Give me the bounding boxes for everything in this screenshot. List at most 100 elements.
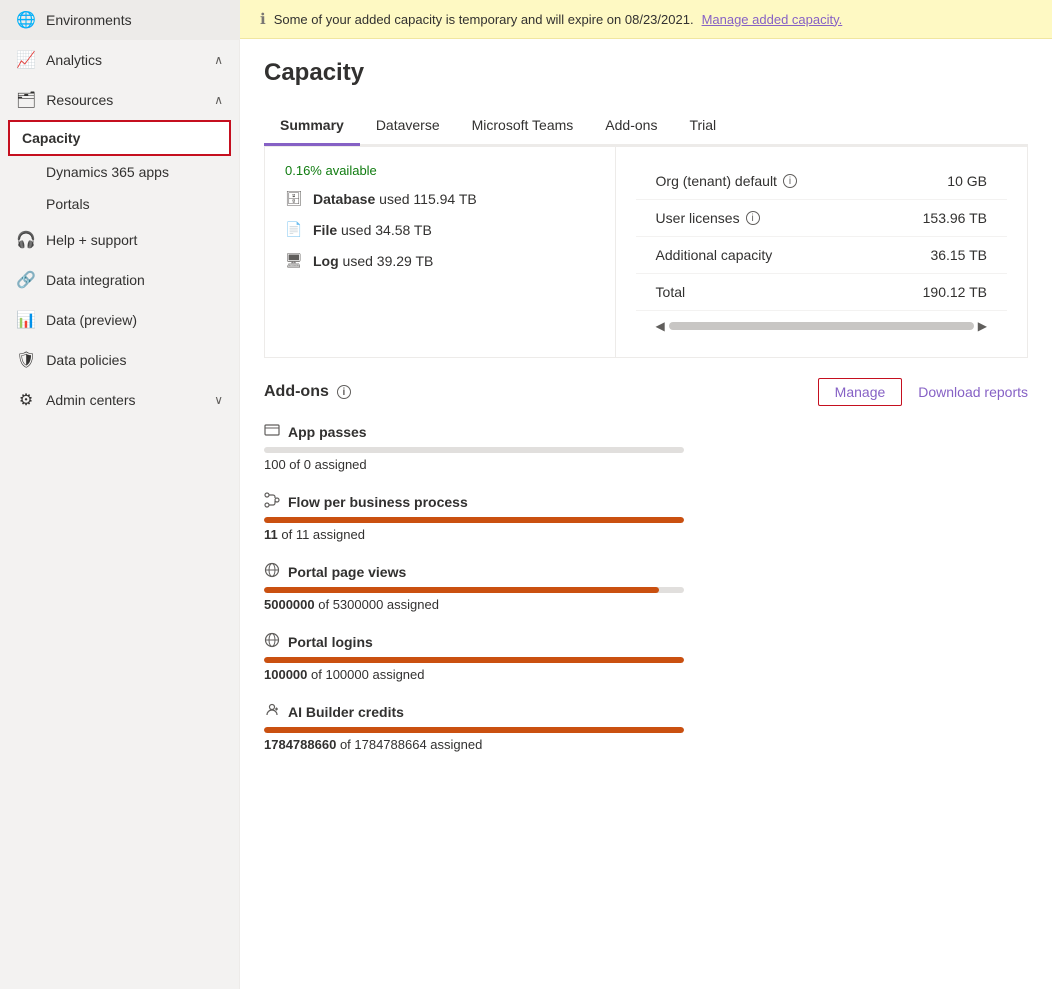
sidebar-item-analytics[interactable]: 📈 Analytics ∧ (0, 40, 239, 80)
portal-logins-label: 100000 of 100000 assigned (264, 667, 1028, 682)
sidebar-item-label: Data (preview) (46, 312, 223, 328)
sidebar-item-resources[interactable]: 🗂 Resources ∧ (0, 80, 239, 120)
org-default-label: Org (tenant) default (656, 173, 777, 189)
file-label: File (313, 222, 337, 238)
portal-logins-bold: 100000 (264, 667, 307, 682)
addon-app-passes: App passes 100 of 0 assigned (264, 422, 1028, 472)
sidebar-item-data-policies[interactable]: 🛡 Data policies (0, 340, 239, 380)
flow-icon (264, 492, 280, 511)
sidebar-item-capacity[interactable]: Capacity (8, 120, 231, 156)
org-default-value: 10 GB (947, 173, 987, 189)
gear-icon: ⚙ (16, 390, 36, 410)
sidebar-item-portals[interactable]: Portals (0, 188, 239, 220)
portal-views-bold: 5000000 (264, 597, 315, 612)
scrollbar-track[interactable] (669, 322, 974, 330)
ai-builder-bold: 1784788660 (264, 737, 336, 752)
expiry-banner: ℹ Some of your added capacity is tempora… (240, 0, 1052, 39)
database-usage: used 115.94 TB (379, 191, 477, 207)
flow-business-fill (264, 517, 684, 523)
database-label: Database (313, 191, 375, 207)
sidebar-capacity-label: Capacity (22, 130, 217, 146)
help-icon: 🎧 (16, 230, 36, 250)
storage-usage-card: 0.16% available 🗄 Database used 115.94 T… (265, 147, 616, 357)
addons-title-text: Add-ons (264, 383, 329, 401)
addons-header: Add-ons i Manage Download reports (264, 378, 1028, 406)
main-content: ℹ Some of your added capacity is tempora… (240, 0, 1052, 989)
user-licenses-label: User licenses (656, 210, 740, 226)
sidebar-item-label: Analytics (46, 52, 204, 68)
ai-builder-name: AI Builder credits (288, 704, 404, 720)
database-row: 🗄 Database used 115.94 TB (285, 190, 595, 207)
sidebar-item-environments[interactable]: 🌐 Environments (0, 0, 239, 40)
log-icon: 🖥 (285, 252, 303, 269)
sidebar-item-help[interactable]: 🎧 Help + support (0, 220, 239, 260)
scrollbar-row: ◀ ▶ (636, 311, 1007, 341)
licenses-info-icon[interactable]: i (746, 211, 760, 225)
flow-business-bold: 11 (264, 527, 278, 542)
sidebar-item-label: Data integration (46, 272, 223, 288)
sidebar-item-dynamics[interactable]: Dynamics 365 apps (0, 156, 239, 188)
sidebar: 🌐 Environments 📈 Analytics ∧ 🗂 Resources… (0, 0, 240, 989)
scroll-right-btn[interactable]: ▶ (978, 319, 987, 333)
chevron-down-icon: ∨ (214, 393, 223, 407)
portal-views-label: 5000000 of 5300000 assigned (264, 597, 1028, 612)
sidebar-item-label: Resources (46, 92, 204, 108)
portal-logins-fill (264, 657, 684, 663)
scroll-left-btn[interactable]: ◀ (656, 319, 665, 333)
file-usage: used 34.58 TB (341, 222, 432, 238)
app-passes-icon (264, 422, 280, 441)
total-label: Total (656, 284, 686, 300)
user-licenses-value: 153.96 TB (923, 210, 987, 226)
content-area: Capacity Summary Dataverse Microsoft Tea… (240, 39, 1052, 989)
log-row: 🖥 Log used 39.29 TB (285, 252, 595, 269)
data-integration-icon: 🔗 (16, 270, 36, 290)
download-reports-link[interactable]: Download reports (918, 384, 1028, 400)
ai-builder-progress-bar (264, 727, 684, 733)
portals-label: Portals (46, 196, 90, 212)
page-title: Capacity (264, 59, 1028, 87)
tab-trial[interactable]: Trial (673, 107, 732, 146)
file-row: 📄 File used 34.58 TB (285, 221, 595, 238)
portal-logins-name: Portal logins (288, 634, 373, 650)
ai-builder-fill (264, 727, 684, 733)
dynamics-label: Dynamics 365 apps (46, 164, 169, 180)
app-passes-progress-bar (264, 447, 684, 453)
log-usage: used 39.29 TB (343, 253, 434, 269)
tab-add-ons[interactable]: Add-ons (589, 107, 673, 146)
capacity-table-card: Org (tenant) default i 10 GB User licens… (616, 147, 1027, 357)
addon-flow-business: Flow per business process 11 of 11 assig… (264, 492, 1028, 542)
ai-builder-icon (264, 702, 280, 721)
tab-microsoft-teams[interactable]: Microsoft Teams (456, 107, 590, 146)
flow-business-name: Flow per business process (288, 494, 468, 510)
capacity-total-row: Total 190.12 TB (636, 274, 1007, 311)
addons-actions: Manage Download reports (818, 378, 1028, 406)
storage-section: 0.16% available 🗄 Database used 115.94 T… (264, 146, 1028, 358)
sidebar-item-data-integration[interactable]: 🔗 Data integration (0, 260, 239, 300)
analytics-icon: 📈 (16, 50, 36, 70)
addon-portal-logins: Portal logins 100000 of 100000 assigned (264, 632, 1028, 682)
data-preview-icon: 📊 (16, 310, 36, 330)
sidebar-item-label: Admin centers (46, 392, 204, 408)
tab-summary[interactable]: Summary (264, 107, 360, 146)
addons-info-icon[interactable]: i (337, 385, 351, 399)
environments-icon: 🌐 (16, 10, 36, 30)
tab-dataverse[interactable]: Dataverse (360, 107, 456, 146)
sidebar-item-data-preview[interactable]: 📊 Data (preview) (0, 300, 239, 340)
capacity-licenses-row: User licenses i 153.96 TB (636, 200, 1007, 237)
sidebar-item-label: Data policies (46, 352, 223, 368)
flow-business-progress-bar (264, 517, 684, 523)
org-info-icon[interactable]: i (783, 174, 797, 188)
portal-views-icon (264, 562, 280, 581)
chevron-up-icon: ∧ (214, 93, 223, 107)
portal-logins-icon (264, 632, 280, 651)
manage-capacity-link[interactable]: Manage added capacity. (702, 12, 843, 27)
shield-icon: 🛡 (16, 350, 36, 370)
banner-text: Some of your added capacity is temporary… (274, 12, 694, 27)
flow-business-label: 11 of 11 assigned (264, 527, 1028, 542)
ai-builder-label: 1784788660 of 1784788664 assigned (264, 737, 1028, 752)
manage-button[interactable]: Manage (818, 378, 903, 406)
sidebar-item-admin-centers[interactable]: ⚙ Admin centers ∨ (0, 380, 239, 420)
portal-views-fill (264, 587, 659, 593)
addon-portal-page-views: Portal page views 5000000 of 5300000 ass… (264, 562, 1028, 612)
portal-views-progress-bar (264, 587, 684, 593)
